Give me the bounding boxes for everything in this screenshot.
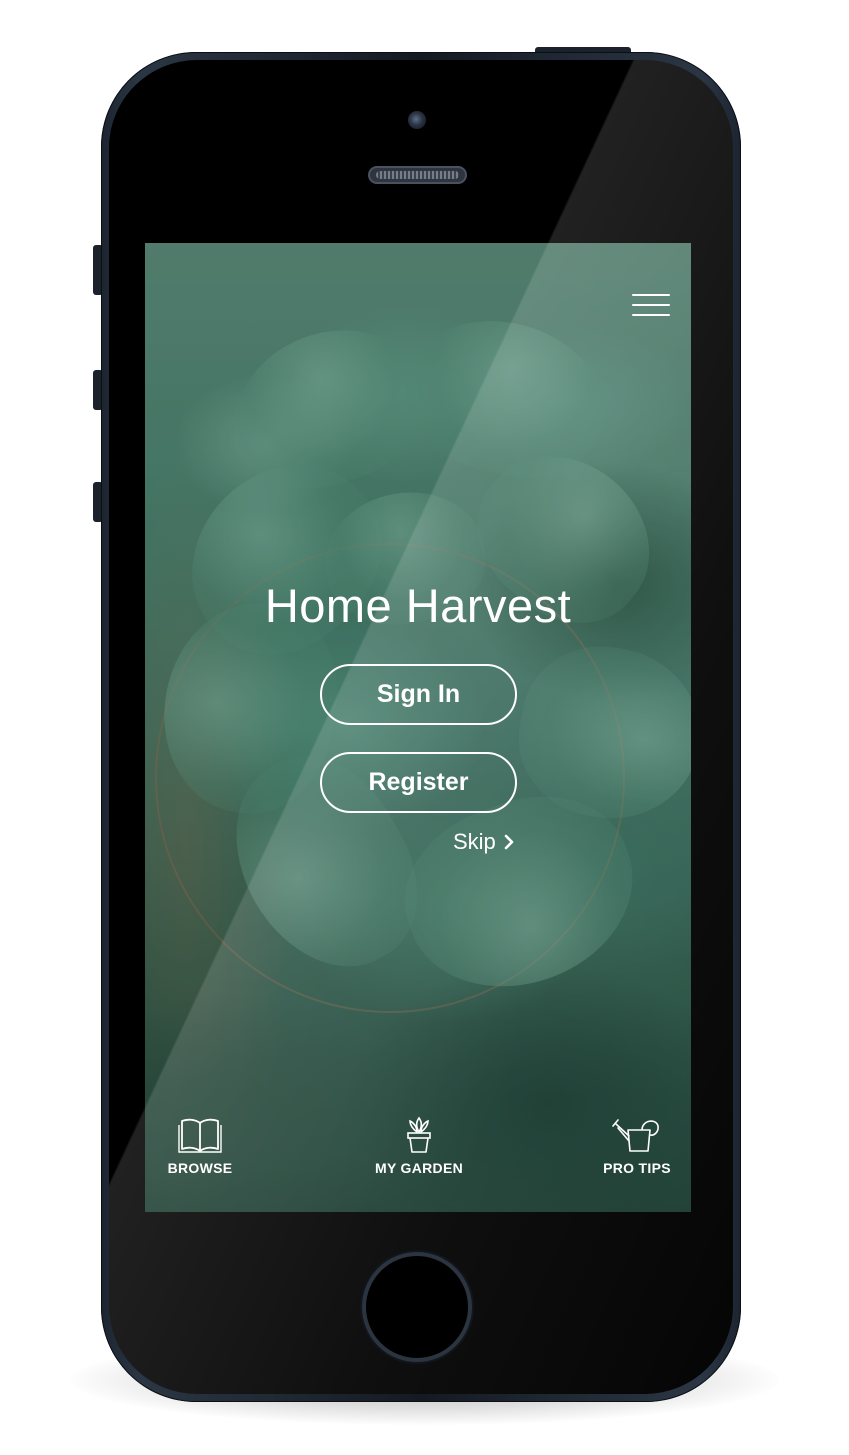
bottom-nav: BROWSE MY GARDEN PRO TIPS (145, 1102, 691, 1212)
nav-item-browse[interactable]: BROWSE (166, 1116, 234, 1176)
skip-label: Skip (453, 829, 496, 854)
register-button[interactable]: Register (320, 752, 517, 813)
overlay-tint (145, 243, 691, 1212)
potted-plant-icon (407, 1116, 431, 1153)
hamburger-menu-icon[interactable] (632, 294, 670, 316)
nav-item-my-garden[interactable]: MY GARDEN (369, 1116, 469, 1176)
menu-line (632, 314, 670, 316)
sign-in-button[interactable]: Sign In (320, 664, 517, 725)
app-screen: Home Harvest Sign In Register Skip BROWS… (145, 243, 691, 1212)
app-title: Home Harvest (264, 579, 572, 632)
chevron-right-icon (504, 834, 514, 850)
home-button[interactable] (362, 1252, 472, 1362)
nav-label-my-garden: MY GARDEN (374, 1160, 463, 1176)
nav-label-browse: BROWSE (167, 1160, 233, 1176)
nav-label-pro-tips: PRO TIPS (603, 1160, 671, 1176)
mockup-stage: Home Harvest Sign In Register Skip BROWS… (0, 0, 849, 1455)
nav-item-pro-tips[interactable]: PRO TIPS (601, 1116, 673, 1176)
menu-line (632, 294, 670, 296)
menu-line (632, 304, 670, 306)
front-camera-icon (408, 111, 426, 129)
watering-can-icon (612, 1119, 659, 1152)
open-book-icon (178, 1118, 222, 1153)
skip-link[interactable]: Skip (453, 829, 514, 855)
earpiece-speaker (368, 166, 467, 184)
